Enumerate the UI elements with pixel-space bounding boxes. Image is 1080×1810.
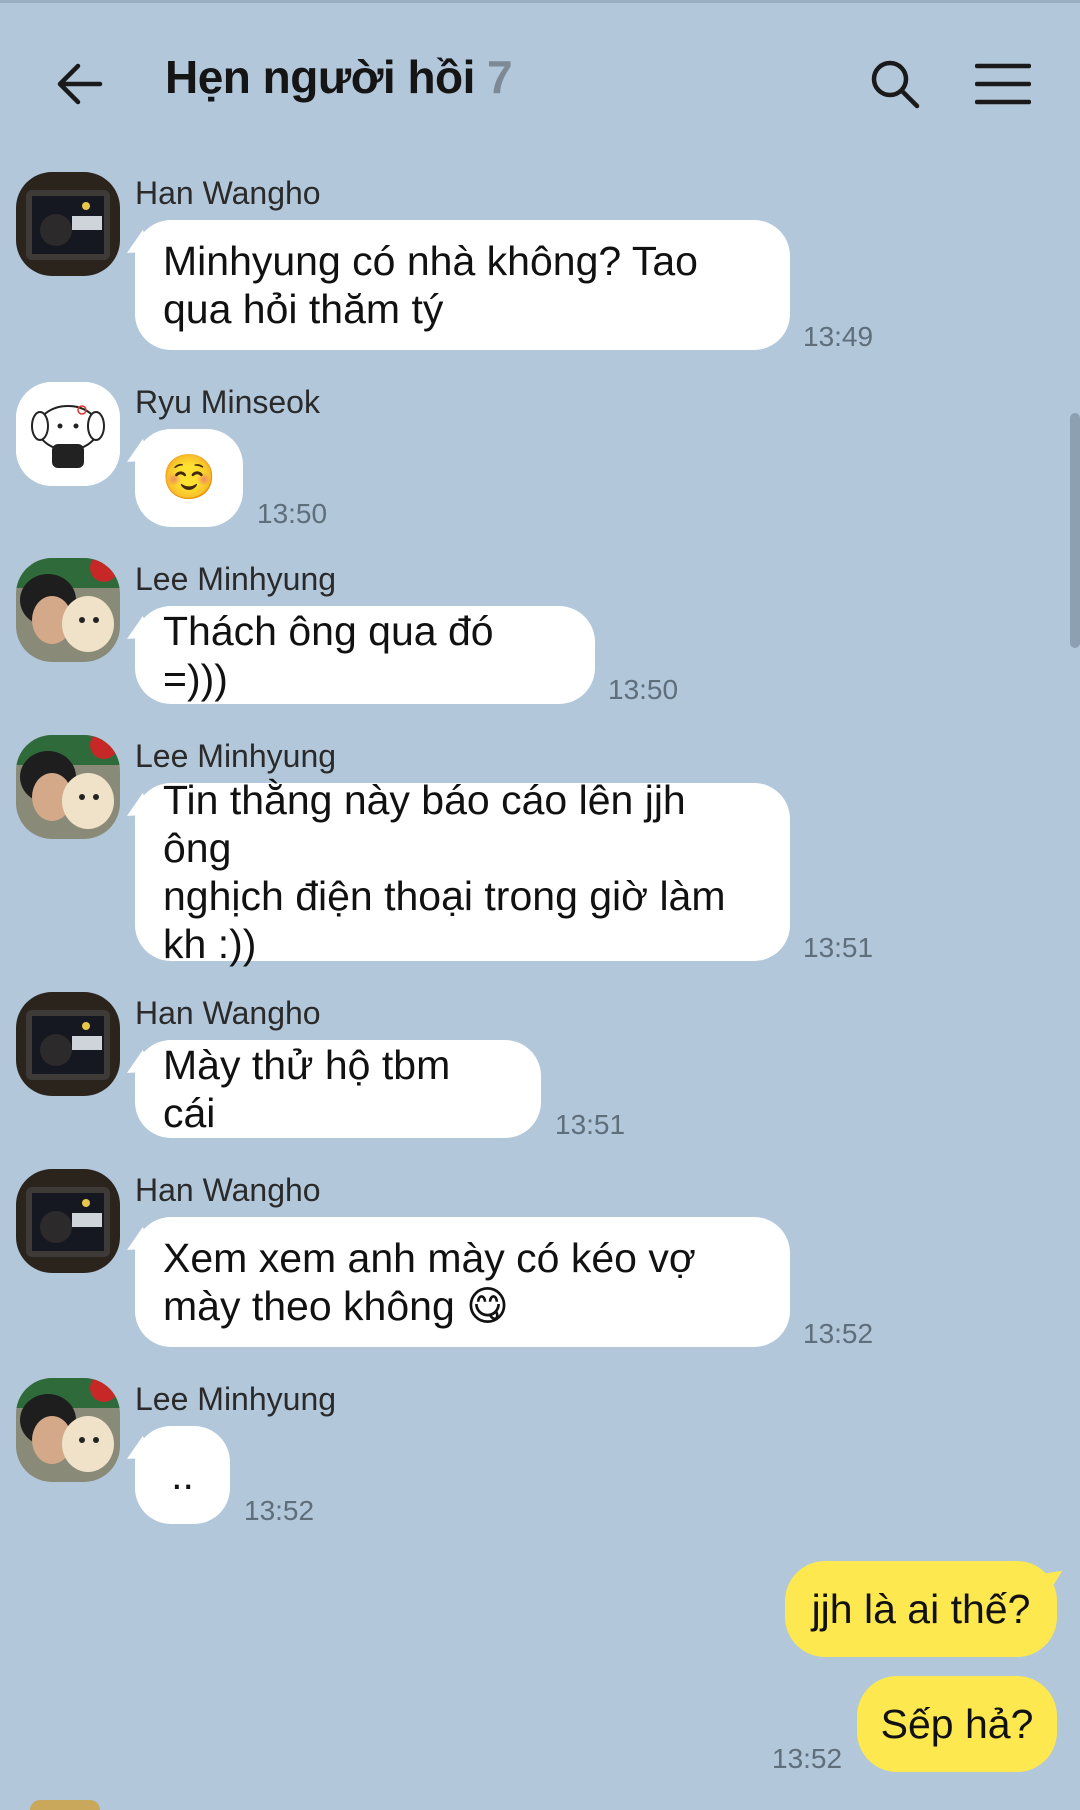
back-arrow-icon [57, 63, 103, 105]
avatar [30, 1800, 100, 1810]
message-bubble[interactable]: Minhyung có nhà không? Tao qua hỏi thăm … [121, 220, 790, 350]
chat-name: Hẹn người hồi [165, 51, 475, 103]
avatar[interactable] [16, 1169, 120, 1273]
message-time: 13:50 [608, 674, 679, 705]
message-time: 13:52 [244, 1495, 315, 1526]
message-text: Sếp hả? [880, 1700, 1034, 1747]
message-text: Thách ông qua đó =))) [163, 608, 494, 702]
message-time: 13:52 [803, 1318, 874, 1349]
sender-name: Lee Minhyung [135, 738, 337, 774]
search-icon [871, 60, 920, 109]
avatar[interactable] [16, 735, 120, 839]
sender-name: Lee Minhyung [135, 561, 337, 597]
avatar[interactable] [16, 1378, 120, 1482]
message-time: 13:52 [772, 1743, 843, 1774]
message-text: jjh là ai thế? [811, 1585, 1031, 1632]
message-text: Mày thử hộ tbm cái [163, 1042, 451, 1136]
message-text: .. [171, 1452, 194, 1498]
menu-button[interactable] [963, 44, 1043, 124]
avatar[interactable] [16, 382, 120, 486]
message-text: Xem xem anh mày có kéo vợ mày theo không… [163, 1235, 696, 1329]
hamburger-menu-icon [975, 63, 1031, 105]
message-bubble[interactable]: Xem xem anh mày có kéo vợ mày theo không… [121, 1217, 790, 1347]
search-button[interactable] [855, 44, 935, 124]
chat-header: Hẹn người hồi 7 [0, 0, 1080, 160]
chat-title: Hẹn người hồi 7 [165, 50, 513, 104]
message-text: Minhyung có nhà không? Tao qua hỏi thăm … [163, 238, 698, 332]
message-text: Tin thằng này báo cáo lên jjh ông nghịch… [163, 777, 726, 967]
message-time: 13:51 [555, 1109, 626, 1140]
message-bubble[interactable]: .. [121, 1426, 230, 1524]
scrollbar[interactable] [1070, 413, 1080, 648]
avatar[interactable] [16, 172, 120, 276]
sender-name: Han Wangho [135, 995, 321, 1031]
message-bubble[interactable]: Mày thử hộ tbm cái [121, 1040, 541, 1138]
message-bubble[interactable]: Tin thằng này báo cáo lên jjh ông nghịch… [121, 777, 790, 967]
avatar[interactable] [16, 558, 120, 662]
message-bubble[interactable]: Thách ông qua đó =))) [121, 606, 595, 704]
back-button[interactable] [40, 44, 120, 124]
message-text: ☺️ [161, 453, 217, 502]
sender-name: Han Wangho [135, 1172, 321, 1208]
my-message-bubble[interactable]: jjh là ai thế? [785, 1561, 1070, 1657]
member-count: 7 [486, 51, 513, 103]
sender-name: Han Wangho [135, 175, 321, 211]
message-time: 13:51 [803, 932, 874, 963]
my-message-bubble[interactable]: Sếp hả? [857, 1676, 1057, 1772]
sender-name: Lee Minhyung [135, 1381, 337, 1417]
avatar[interactable] [16, 992, 120, 1096]
message-bubble[interactable]: ☺️ [121, 429, 243, 527]
message-time: 13:49 [803, 321, 874, 352]
sender-name: Ryu Minseok [135, 384, 320, 420]
message-time: 13:50 [257, 498, 328, 529]
